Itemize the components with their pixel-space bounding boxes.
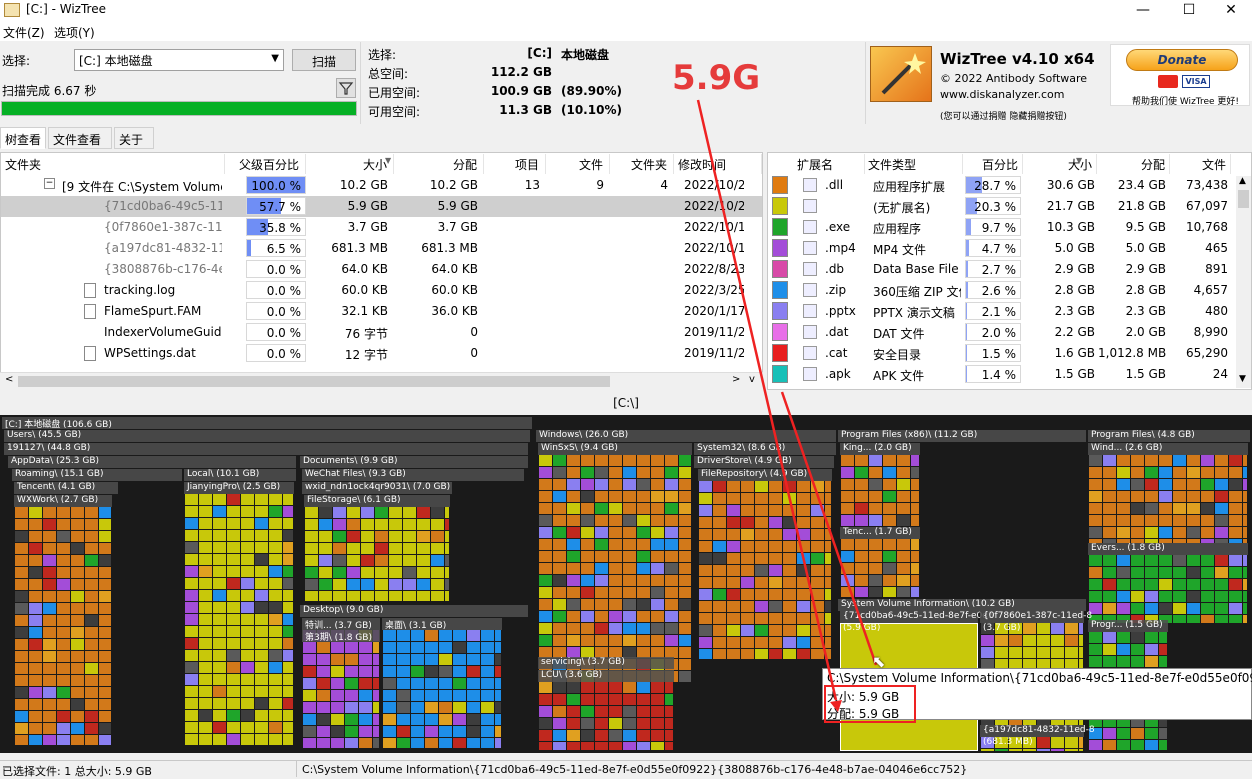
cursor-icon: ⬉ xyxy=(872,652,886,671)
divider xyxy=(296,761,297,777)
status-path: C:\System Volume Information\{71cd0ba6-4… xyxy=(302,763,968,776)
status-bar: 已选择文件: 1 总大小: 5.9 GB C:\System Volume In… xyxy=(0,760,1252,778)
annotation-arrow xyxy=(696,99,878,712)
